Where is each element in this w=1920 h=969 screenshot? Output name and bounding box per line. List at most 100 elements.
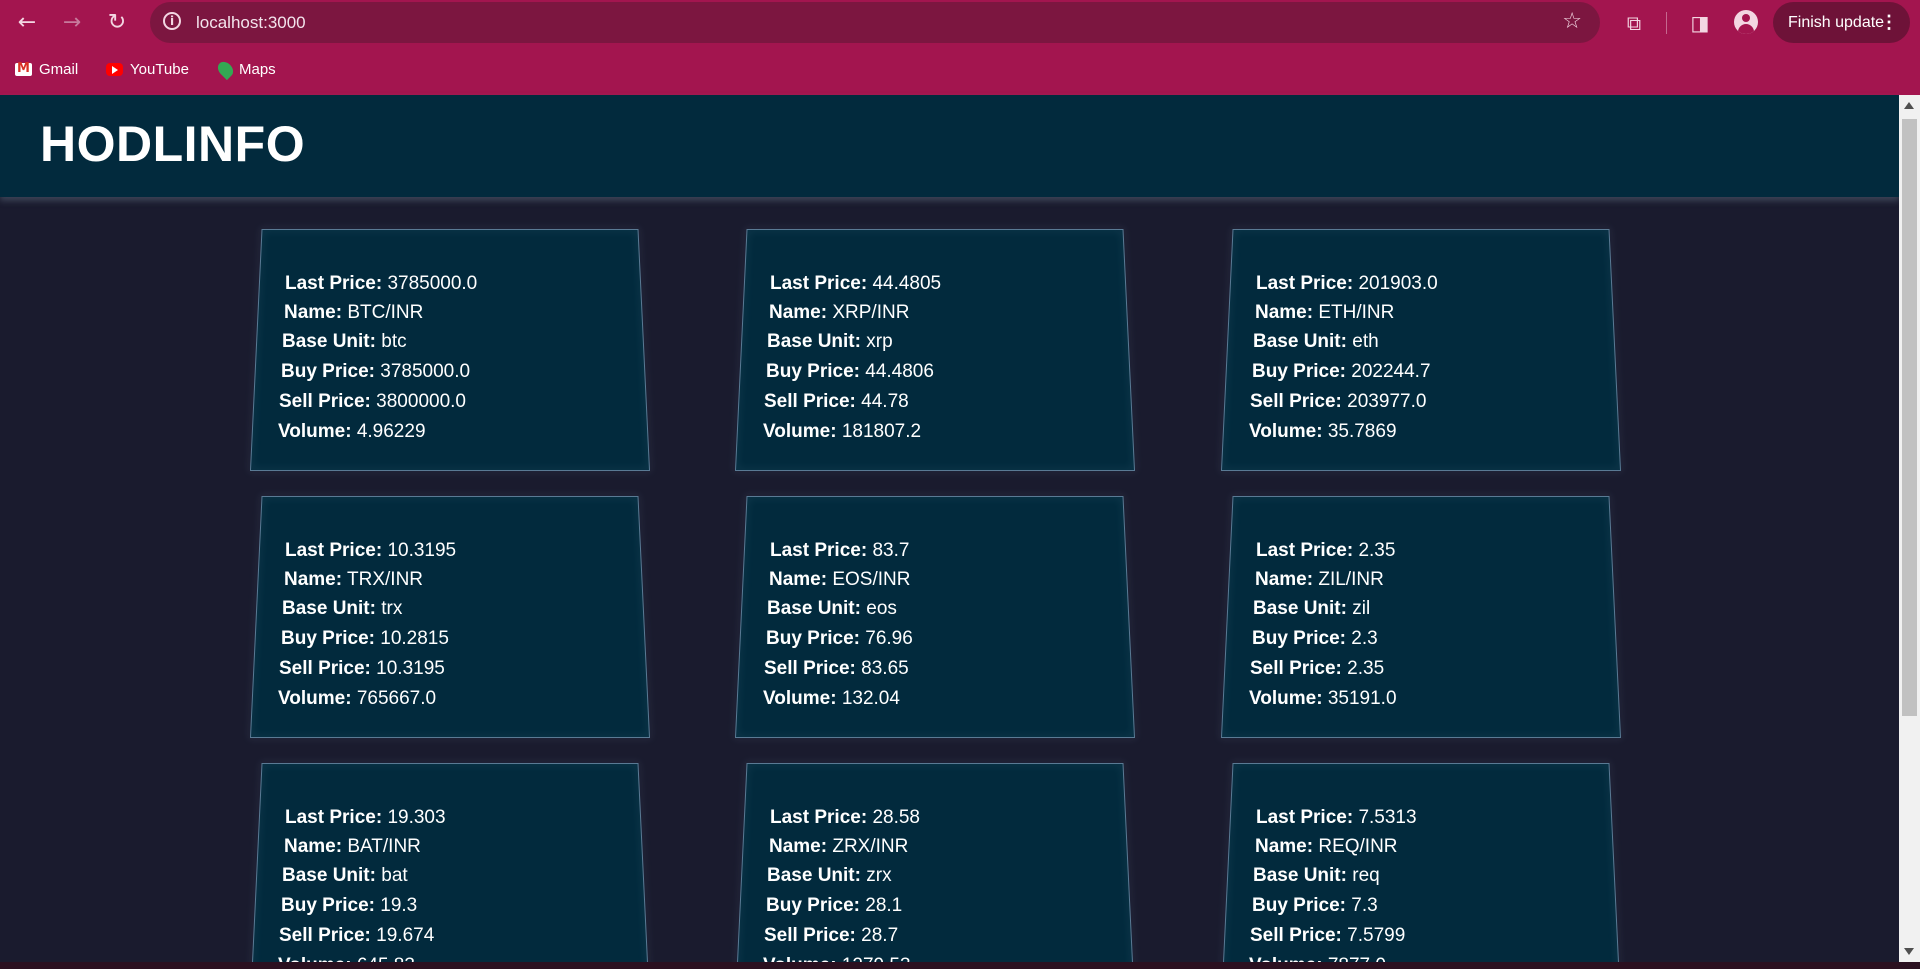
field-label: Sell Price: <box>764 391 856 412</box>
reload-icon[interactable]: ↻ <box>103 9 131 37</box>
field-base-unit: Base Unit: trx <box>282 598 402 620</box>
field-name: Name: ZRX/INR <box>769 836 908 858</box>
field-value: 3785000.0 <box>387 273 478 294</box>
field-value: 83.7 <box>872 540 910 561</box>
card-fields: Last Price: 201903.0 Name: ETH/INR Base Un… <box>1221 229 1621 471</box>
scroll-up-arrow-icon[interactable] <box>1904 102 1914 109</box>
field-buy-price: Buy Price: 202244.7 <box>1252 361 1431 383</box>
field-name: Name: XRP/INR <box>769 302 909 324</box>
field-label: Buy Price: <box>766 895 860 916</box>
field-label: Base Unit: <box>767 598 861 619</box>
card-fields: Last Price: 7.5313 Name: REQ/INR Base Unit… <box>1221 763 1621 962</box>
field-value: 76.96 <box>865 628 913 649</box>
ticker-grid: Last Price: 3785000.0 Name: BTC/INR Base U… <box>0 197 1899 962</box>
field-name: Name: EOS/INR <box>769 569 910 591</box>
page-scrollbar[interactable] <box>1899 95 1920 962</box>
field-label: Volume: <box>278 688 352 709</box>
field-label: Name: <box>284 569 343 590</box>
field-value: 10.3195 <box>387 540 457 561</box>
gmail-icon <box>15 61 32 76</box>
field-label: Volume: <box>278 421 352 442</box>
card-fields: Last Price: 3785000.0 Name: BTC/INR Base U… <box>250 229 650 471</box>
bookmark-maps[interactable]: Maps <box>214 57 276 81</box>
field-label: Sell Price: <box>279 658 371 679</box>
field-label: Name: <box>284 302 343 323</box>
forward-arrow-icon[interactable]: → <box>58 9 86 37</box>
field-value: 7877.0 <box>1328 955 1386 962</box>
field-label: Sell Price: <box>764 925 856 946</box>
field-label: Last Price: <box>285 273 383 294</box>
bookmark-youtube[interactable]: YouTube <box>106 57 189 81</box>
ticker-card: Last Price: 44.4805 Name: XRP/INR Base Uni… <box>734 229 1136 471</box>
field-label: Base Unit: <box>1253 331 1347 352</box>
field-label: Name: <box>1255 569 1314 590</box>
field-last-price: Last Price: 28.58 <box>770 807 920 829</box>
field-value: 19.3 <box>380 895 418 916</box>
card-fields: Last Price: 10.3195 Name: TRX/INR Base Uni… <box>250 496 650 738</box>
field-value: 44.4805 <box>872 273 942 294</box>
field-label: Sell Price: <box>1250 391 1342 412</box>
field-value: 645.83 <box>357 955 415 962</box>
field-base-unit: Base Unit: bat <box>282 865 408 887</box>
field-value: 28.1 <box>865 895 903 916</box>
field-volume: Volume: 4.96229 <box>278 421 426 443</box>
field-buy-price: Buy Price: 2.3 <box>1252 628 1378 650</box>
scrollbar-thumb[interactable] <box>1902 119 1917 716</box>
field-sell-price: Sell Price: 83.65 <box>764 658 909 680</box>
field-value: eth <box>1352 331 1379 352</box>
field-label: Sell Price: <box>279 391 371 412</box>
field-label: Name: <box>769 836 828 857</box>
field-volume: Volume: 1279.53 <box>763 955 911 962</box>
field-label: Buy Price: <box>281 628 375 649</box>
menu-dots-icon[interactable]: ⋮ <box>1880 2 1898 43</box>
field-value: 202244.7 <box>1351 361 1431 382</box>
field-base-unit: Base Unit: req <box>1253 865 1380 887</box>
field-value: 35191.0 <box>1327 688 1397 709</box>
card-fields: Last Price: 28.58 Name: ZRX/INR Base Unit:… <box>735 763 1135 962</box>
field-value: 2.3 <box>1351 628 1378 649</box>
field-value: zrx <box>866 865 892 886</box>
finish-update-button[interactable]: Finish update ⋮ <box>1773 2 1910 43</box>
field-base-unit: Base Unit: eth <box>1253 331 1379 353</box>
field-value: 181807.2 <box>841 421 922 442</box>
field-label: Last Price: <box>1256 540 1354 561</box>
bookmark-star-icon[interactable]: ☆ <box>1562 9 1582 34</box>
ticker-card: Last Price: 7.5313 Name: REQ/INR Base Unit… <box>1221 763 1621 962</box>
address-bar[interactable]: i localhost:3000 ☆ <box>150 2 1600 43</box>
field-label: Base Unit: <box>282 331 376 352</box>
card-fields: Last Price: 2.35 Name: ZIL/INR Base Unit: … <box>1221 496 1621 738</box>
field-base-unit: Base Unit: btc <box>282 331 407 353</box>
field-value: bat <box>381 865 408 886</box>
window-bottom-edge <box>0 962 1920 969</box>
bookmark-gmail[interactable]: Gmail <box>15 57 78 81</box>
field-name: Name: BAT/INR <box>284 836 421 858</box>
field-value: 44.78 <box>861 391 909 412</box>
url-text[interactable]: localhost:3000 <box>196 13 306 33</box>
extensions-icon[interactable]: ⧉ <box>1620 9 1648 37</box>
field-label: Name: <box>769 569 828 590</box>
site-info-icon[interactable]: i <box>163 12 181 30</box>
field-volume: Volume: 35191.0 <box>1249 688 1397 710</box>
browser-chrome: ← → ↻ i localhost:3000 ☆ ⧉ ◨ Finish upda… <box>0 0 1920 95</box>
field-label: Sell Price: <box>1250 925 1342 946</box>
field-buy-price: Buy Price: 28.1 <box>766 895 902 917</box>
field-value: BTC/INR <box>347 302 424 323</box>
field-last-price: Last Price: 19.303 <box>285 807 446 829</box>
field-label: Buy Price: <box>1252 895 1346 916</box>
field-label: Buy Price: <box>1252 361 1346 382</box>
field-value: 28.58 <box>872 807 920 828</box>
back-arrow-icon[interactable]: ← <box>13 9 41 37</box>
field-value: 7.5313 <box>1358 807 1417 828</box>
ticker-card: Last Price: 3785000.0 Name: BTC/INR Base U… <box>249 229 651 471</box>
scroll-down-arrow-icon[interactable] <box>1904 948 1914 955</box>
field-value: XRP/INR <box>832 302 910 323</box>
field-label: Name: <box>769 302 828 323</box>
field-label: Sell Price: <box>1250 658 1342 679</box>
profile-avatar-icon[interactable] <box>1734 10 1758 34</box>
field-sell-price: Sell Price: 203977.0 <box>1250 391 1426 413</box>
finish-update-label: Finish update <box>1788 14 1885 31</box>
field-volume: Volume: 181807.2 <box>763 421 921 443</box>
field-label: Base Unit: <box>767 865 861 886</box>
youtube-icon <box>106 62 123 76</box>
side-panel-icon[interactable]: ◨ <box>1686 9 1714 37</box>
